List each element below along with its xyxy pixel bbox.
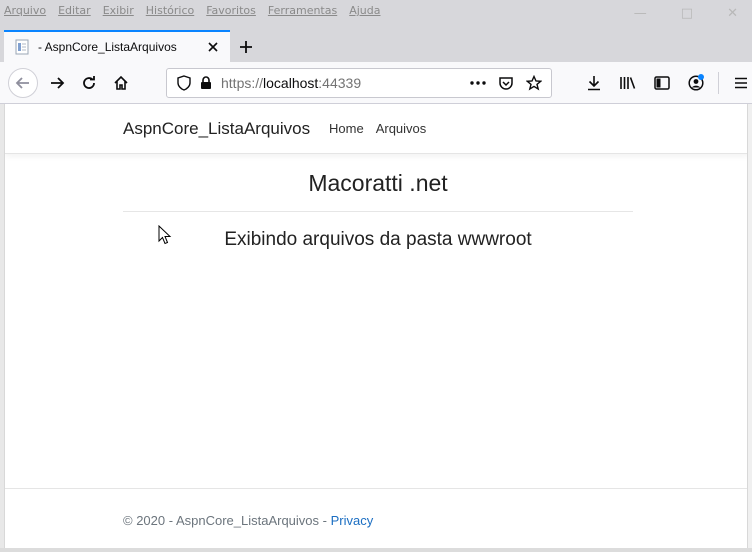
footer-text: © 2020 - AspnCore_ListaArquivos - Privac… [123,513,373,528]
reload-button[interactable] [74,68,104,98]
minimize-icon[interactable]: — [634,6,647,21]
download-icon [588,76,600,91]
library-button[interactable] [612,68,644,98]
menu-ferramentas[interactable]: Ferramentas [268,4,337,22]
menu-favoritos[interactable]: Favoritos [206,4,256,22]
menu-historico[interactable]: Histórico [146,4,194,22]
nav-home-link[interactable]: Home [329,121,364,136]
address-bar[interactable]: https://localhost:44339 [166,68,552,98]
pocket-icon[interactable] [495,72,517,94]
menu-editar[interactable]: Editar [58,4,91,22]
url-text[interactable]: https://localhost:44339 [217,75,467,91]
bookmark-star-icon[interactable] [523,72,545,94]
sidebar-icon [654,76,670,90]
footer-copyright: © 2020 - AspnCore_ListaArquivos - [123,513,331,528]
window-controls: — □ ✕ [634,6,738,21]
tab-strip: - AspnCore_ListaArquivos [0,30,752,62]
site-brand-link[interactable]: AspnCore_ListaArquivos [123,119,310,139]
site-nav-links: Home Arquivos [329,121,426,136]
privacy-link[interactable]: Privacy [331,513,374,528]
site-footer: © 2020 - AspnCore_ListaArquivos - Privac… [5,488,747,548]
close-window-icon[interactable]: ✕ [727,6,738,21]
account-button[interactable] [680,68,712,98]
tab-title: - AspnCore_ListaArquivos [38,40,177,54]
downloads-button[interactable] [578,68,610,98]
page-viewport: AspnCore_ListaArquivos Home Arquivos Mac… [4,104,748,548]
back-arrow-icon [15,77,29,89]
home-button[interactable] [106,68,136,98]
back-button[interactable] [8,68,38,98]
background-window-bottom [0,548,752,552]
toolbar-separator [718,72,719,94]
navigation-toolbar: https://localhost:44339 [0,62,752,104]
site-navbar: AspnCore_ListaArquivos Home Arquivos [5,104,747,154]
page-title: Macoratti .net [308,170,448,196]
page-subtitle: Exibindo arquivos da pasta wwwroot [224,229,532,250]
nav-arquivos-link[interactable]: Arquivos [376,121,427,136]
new-tab-icon[interactable] [236,37,256,57]
menu-arquivo[interactable]: Arquivo [4,4,46,22]
title-bar: Arquivo Editar Exibir Histórico Favorito… [0,0,752,30]
toolbar-right [578,68,752,98]
maximize-icon[interactable]: □ [681,6,693,21]
forward-arrow-icon [51,77,65,89]
menu-exibir[interactable]: Exibir [103,4,134,22]
account-notification-dot [698,74,704,80]
sidebar-button[interactable] [646,68,678,98]
mouse-cursor-icon [158,225,172,245]
page-actions-icon[interactable] [467,72,489,94]
reload-icon [83,76,95,89]
page-favicon-icon [14,39,30,55]
lock-icon[interactable] [195,72,217,94]
url-port: :44339 [318,75,362,91]
url-scheme: https:// [221,75,264,91]
menu-bar: Arquivo Editar Exibir Histórico Favorito… [4,4,381,22]
menu-ajuda[interactable]: Ajuda [349,4,380,22]
hamburger-icon [735,77,747,89]
tracking-shield-icon[interactable] [173,72,195,94]
url-host: localhost [263,75,319,91]
home-icon [114,75,128,90]
divider [123,211,633,212]
close-tab-icon[interactable] [204,38,222,56]
tab-active[interactable]: - AspnCore_ListaArquivos [4,30,230,62]
library-icon [620,77,636,89]
forward-button[interactable] [42,68,72,98]
menu-button[interactable] [725,68,752,98]
